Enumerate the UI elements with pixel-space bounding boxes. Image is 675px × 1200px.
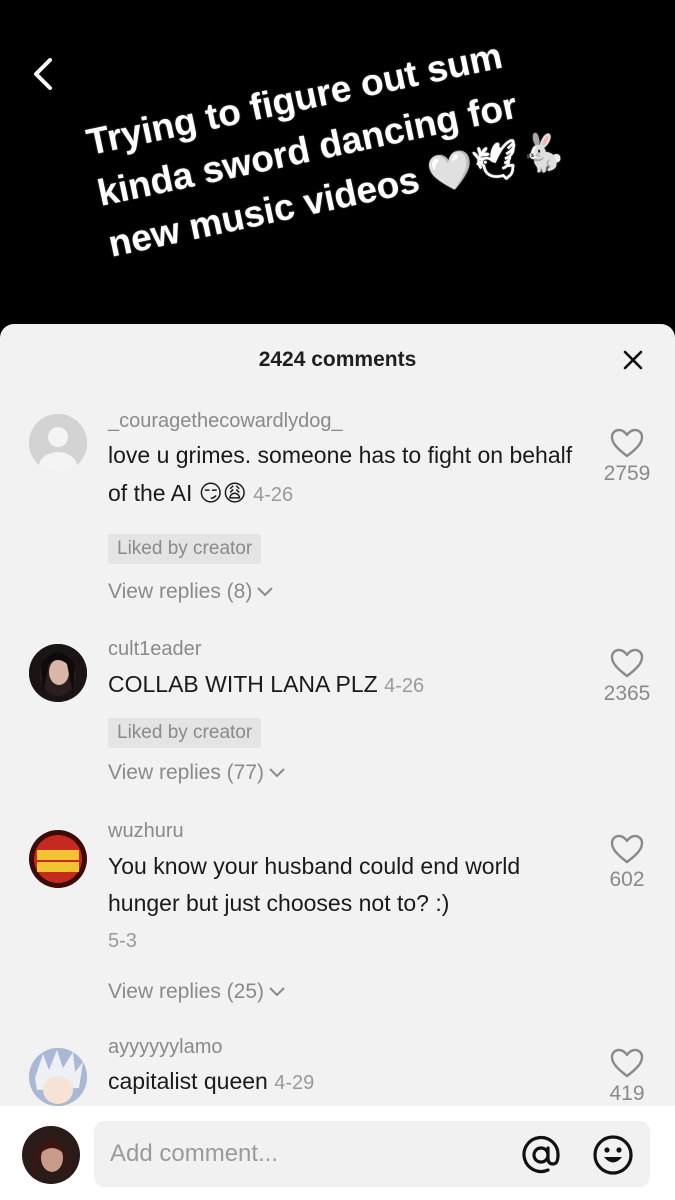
like-count: 2365 <box>603 682 651 705</box>
emoji-button[interactable] <box>592 1134 634 1176</box>
comment-username[interactable]: cult1eader <box>108 638 201 661</box>
chevron-left-icon <box>34 58 52 90</box>
avatar[interactable] <box>29 1048 87 1106</box>
comment-input[interactable] <box>110 1121 510 1187</box>
heart-icon <box>610 1048 644 1078</box>
like-count: 2759 <box>603 462 651 485</box>
like-count: 602 <box>609 868 645 891</box>
avatar[interactable] <box>29 414 87 472</box>
comment-body: capitalist queen <box>108 1068 268 1094</box>
avatar[interactable] <box>29 644 87 702</box>
comment-body: love u grimes. someone has to fight on b… <box>108 442 573 506</box>
comment-item: _couragethecowardlydog_ love u grimes. s… <box>0 410 675 620</box>
comment-body: You know your husband could end world hu… <box>108 853 521 916</box>
user-anime-avatar <box>29 1048 87 1106</box>
comment-text: You know your husband could end world hu… <box>108 848 588 922</box>
smiley-face-icon <box>593 1135 633 1175</box>
view-replies-button[interactable]: View replies (8) <box>108 580 274 604</box>
sheet-header: 2424 comments <box>0 324 675 394</box>
user-photo-avatar <box>29 644 87 702</box>
comment-date: 4-29 <box>274 1072 315 1094</box>
back-button[interactable] <box>24 52 64 96</box>
comment-list: _couragethecowardlydog_ love u grimes. s… <box>0 394 675 1106</box>
close-button[interactable] <box>621 348 645 372</box>
like-button[interactable]: 419 <box>595 1048 659 1106</box>
mention-button[interactable] <box>520 1134 562 1176</box>
view-replies-label: View replies (8) <box>108 580 253 603</box>
like-count: 419 <box>609 1082 645 1105</box>
heart-icon <box>610 648 644 678</box>
comment-input-container <box>94 1121 650 1187</box>
comment-text: capitalist queen 4-29 <box>108 1062 588 1102</box>
avatar[interactable] <box>29 830 87 888</box>
view-replies-button[interactable]: View replies (77) <box>108 761 286 785</box>
comment-date: 5-3 <box>108 930 137 952</box>
comment-composer <box>0 1106 675 1200</box>
comment-text: love u grimes. someone has to fight on b… <box>108 436 588 514</box>
comment-date: 4-26 <box>253 484 294 506</box>
current-user-avatar <box>22 1126 80 1184</box>
current-user-avatar-image <box>22 1126 80 1184</box>
video-player[interactable]: Trying to figure out sum kinda sword dan… <box>0 0 675 340</box>
like-button[interactable]: 602 <box>595 834 659 892</box>
liked-by-creator-badge: Liked by creator <box>108 534 262 564</box>
comment-date: 4-26 <box>384 675 425 697</box>
like-button[interactable]: 2759 <box>595 428 659 486</box>
comment-username[interactable]: _couragethecowardlydog_ <box>108 410 343 433</box>
video-caption: Trying to figure out sum kinda sword dan… <box>82 10 623 271</box>
like-button[interactable]: 2365 <box>595 648 659 706</box>
comment-item: wuzhuru You know your husband could end … <box>0 820 675 1012</box>
comment-body: COLLAB WITH LANA PLZ <box>108 671 378 697</box>
view-replies-button[interactable]: View replies (25) <box>108 980 286 1004</box>
comment-text: COLLAB WITH LANA PLZ 4-26 <box>108 665 588 705</box>
user-logo-avatar <box>29 830 87 888</box>
heart-icon <box>610 428 644 458</box>
chevron-down-icon <box>269 987 285 997</box>
at-sign-icon <box>522 1135 560 1174</box>
default-avatar-icon <box>29 414 87 472</box>
close-icon <box>623 350 643 370</box>
comment-username[interactable]: ayyyyyylamo <box>108 1036 222 1059</box>
view-replies-label: View replies (25) <box>108 980 265 1003</box>
view-replies-label: View replies (77) <box>108 761 265 784</box>
comment-username[interactable]: wuzhuru <box>108 820 184 843</box>
heart-icon <box>610 834 644 864</box>
comment-count-title: 2424 comments <box>258 348 417 371</box>
comment-item: ayyyyyylamo capitalist queen 4-29 419 <box>0 1036 675 1106</box>
comment-item: cult1eader COLLAB WITH LANA PLZ 4-26 Lik… <box>0 636 675 816</box>
chevron-down-icon <box>269 768 285 778</box>
liked-by-creator-badge: Liked by creator <box>108 718 262 748</box>
chevron-down-icon <box>257 587 274 597</box>
comments-sheet: 2424 comments _couragethecowardlydog_ lo… <box>0 324 675 1200</box>
